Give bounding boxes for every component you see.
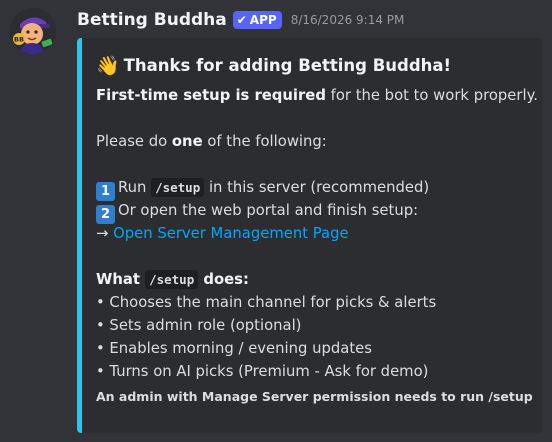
server-management-link[interactable]: Open Server Management Page — [113, 225, 348, 242]
intro-rest: for the bot to work properly. — [325, 87, 538, 104]
what-setup-heading: What /setup does: — [96, 268, 528, 291]
buddha-avatar-icon: BB — [10, 8, 56, 54]
bot-avatar[interactable]: BB — [10, 8, 56, 54]
setup-command[interactable]: /setup — [151, 178, 205, 197]
embed-footer: An admin with Manage Server permission n… — [96, 389, 533, 404]
step2-text: Or open the web portal and finish setup: — [118, 202, 419, 219]
app-badge-label: APP — [249, 13, 277, 27]
app-badge: ✔ APP — [232, 11, 282, 29]
step-1: 1 Run /setup in this server (recommended) — [96, 176, 528, 201]
what-text-a: What — [96, 271, 146, 288]
step1-text-a: Run — [118, 179, 152, 196]
what-text-b: does: — [198, 271, 249, 288]
please-text-b: of the following: — [202, 133, 327, 150]
message-header: Betting Buddha ✔ APP 8/16/2026 9:14 PM — [77, 10, 404, 30]
list-item: • Chooses the main channel for picks & a… — [96, 294, 437, 311]
please-line: Please do one of the following: — [96, 130, 528, 153]
setup-embed: 👋 Thanks for adding Betting Buddha! Firs… — [77, 38, 542, 433]
embed-title: 👋 Thanks for adding Betting Buddha! — [96, 50, 528, 80]
embed-description: First-time setup is required for the bot… — [96, 84, 538, 383]
list-item: • Enables morning / evening updates — [96, 340, 372, 357]
step-2: 2 Or open the web portal and finish setup… — [96, 199, 528, 224]
list-item: • Turns on AI picks (Premium - Ask for d… — [96, 363, 429, 380]
setup-command-inline[interactable]: /setup — [145, 270, 199, 289]
svg-text:BB: BB — [14, 36, 24, 44]
message-timestamp: 8/16/2026 9:14 PM — [290, 13, 405, 27]
intro-bold: First-time setup is required — [96, 87, 326, 104]
list-item: • Sets admin role (optional) — [96, 317, 302, 334]
bot-username[interactable]: Betting Buddha — [77, 10, 227, 30]
arrow-icon: → — [96, 225, 114, 242]
intro-line: First-time setup is required for the bot… — [96, 84, 538, 107]
embed-title-text: Thanks for adding Betting Buddha! — [123, 55, 452, 75]
verified-check-icon: ✔ — [236, 13, 247, 27]
portal-link-line: → Open Server Management Page — [96, 222, 528, 245]
waving-hand-icon: 👋 — [96, 54, 120, 77]
step1-text-b: in this server (recommended) — [204, 179, 430, 196]
please-bold: one — [171, 133, 203, 150]
please-text-a: Please do — [96, 133, 172, 150]
bot-message: BB Betting Buddha ✔ APP 8/16/2026 9:14 P… — [0, 0, 552, 442]
